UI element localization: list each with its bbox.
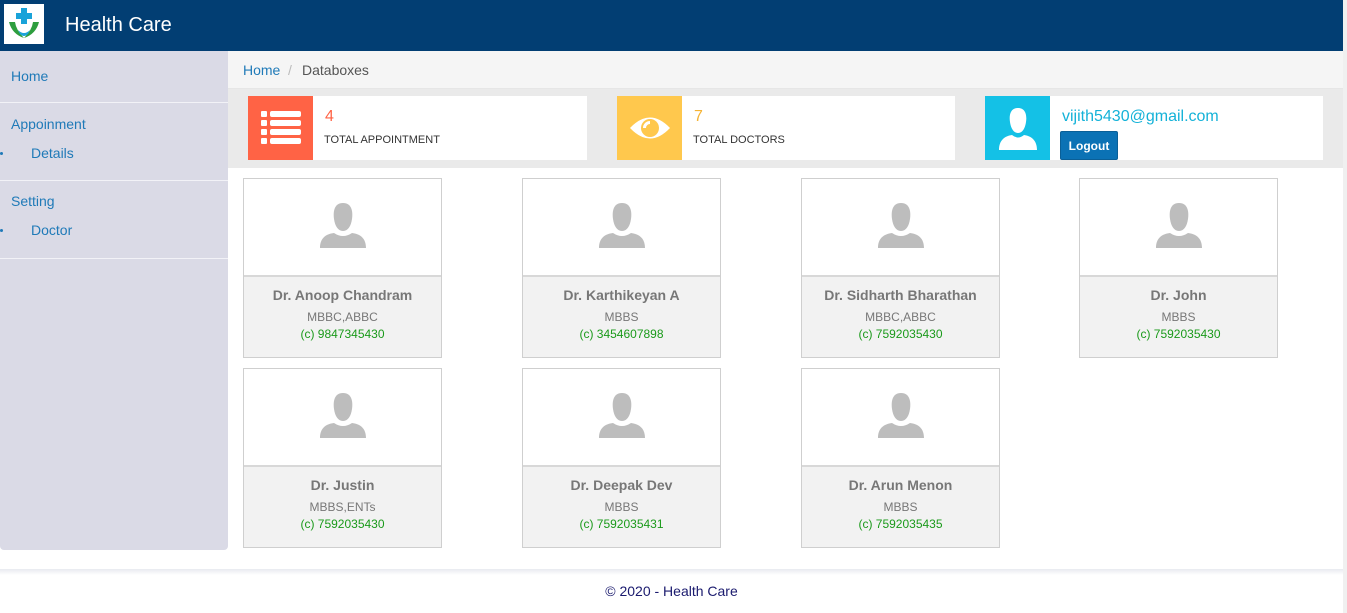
app-title[interactable]: Health Care (65, 14, 172, 37)
breadcrumb-separator: / (288, 62, 292, 78)
doctor-card[interactable]: Dr. Arun Menon MBBS (c) 7592035435 (801, 368, 1000, 548)
sidebar-section-appointment: Appoinment Details (0, 103, 228, 181)
user-icon (985, 96, 1050, 160)
doctor-avatar (1080, 179, 1277, 277)
user-panel: vijith5430@gmail.com Logout (985, 96, 1323, 160)
doctor-card[interactable]: Dr. Sidharth Bharathan MBBC,ABBC (c) 75920… (801, 178, 1000, 358)
doctor-card[interactable]: Dr. Karthikeyan A MBBS (c) 3454607898 (522, 178, 721, 358)
content-shadow (0, 569, 1343, 575)
person-placeholder-icon (598, 202, 646, 253)
person-placeholder-icon (319, 202, 367, 253)
doctor-phone: (c) 3454607898 (579, 327, 664, 341)
breadcrumb: Home / Databoxes (228, 51, 1343, 89)
doctor-name: Dr. Justin (310, 477, 375, 493)
person-placeholder-icon (319, 392, 367, 443)
doctor-avatar (523, 179, 720, 277)
doctor-avatar (802, 179, 999, 277)
doctor-qualification: MBBS,ENTs (309, 500, 376, 514)
doctor-card[interactable]: Dr. Justin MBBS,ENTs (c) 7592035430 (243, 368, 442, 548)
stat-total-doctors: 7 TOTAL DOCTORS (617, 96, 955, 160)
doctor-qualification: MBBS (883, 500, 918, 514)
person-placeholder-icon (877, 202, 925, 253)
sidebar-item-doctor[interactable]: Doctor (31, 222, 72, 238)
doctor-card[interactable]: Dr. Deepak Dev MBBS (c) 7592035431 (522, 368, 721, 548)
sidebar-item-details[interactable]: Details (31, 145, 74, 161)
logo[interactable] (4, 4, 44, 44)
doctor-name: Dr. Karthikeyan A (563, 287, 680, 303)
doctor-name: Dr. Deepak Dev (570, 477, 673, 493)
footer-copyright: © 2020 - Health Care (605, 583, 738, 599)
bullet-icon (0, 229, 3, 232)
doctor-name: Dr. John (1150, 287, 1207, 303)
doctor-name: Dr. Anoop Chandram (272, 287, 413, 303)
appointment-count: 4 (325, 108, 334, 125)
doctor-card[interactable]: Dr. John MBBS (c) 7592035430 (1079, 178, 1278, 358)
sidebar-section-home: Home (0, 51, 228, 103)
appointment-label: TOTAL APPOINTMENT (324, 134, 440, 146)
sidebar-item-setting[interactable]: Setting (11, 193, 55, 209)
doctor-name: Dr. Sidharth Bharathan (824, 287, 977, 303)
doctor-phone: (c) 7592035430 (1136, 327, 1221, 341)
breadcrumb-current: Databoxes (302, 62, 369, 78)
doctor-count: 7 (694, 108, 703, 125)
logout-button[interactable]: Logout (1060, 131, 1118, 160)
bullet-icon (0, 152, 3, 155)
doctor-phone: (c) 7592035435 (858, 517, 943, 531)
doctor-qualification: MBBS (604, 500, 639, 514)
doctor-avatar (802, 369, 999, 467)
user-email: vijith5430@gmail.com (1062, 108, 1219, 125)
stat-total-appointment: 4 TOTAL APPOINTMENT (248, 96, 587, 160)
doctor-name: Dr. Arun Menon (848, 477, 953, 493)
sidebar-item-appointment[interactable]: Appoinment (11, 116, 86, 132)
medical-hands-icon (9, 8, 39, 38)
person-placeholder-icon (877, 392, 925, 443)
doctor-phone: (c) 7592035430 (300, 517, 385, 531)
eye-icon (617, 96, 682, 160)
doctor-phone: (c) 9847345430 (300, 327, 385, 341)
doctor-avatar (244, 369, 441, 467)
sidebar-item-home[interactable]: Home (11, 68, 48, 84)
sidebar: Home Appoinment Details Setting Doctor (0, 51, 228, 550)
doctor-phone: (c) 7592035431 (579, 517, 664, 531)
person-placeholder-icon (598, 392, 646, 443)
doctor-card[interactable]: Dr. Anoop Chandram MBBC,ABBC (c) 984734543… (243, 178, 442, 358)
doctor-qualification: MBBS (604, 310, 639, 324)
doctor-avatar (244, 179, 441, 277)
sidebar-section-setting: Setting Doctor (0, 181, 228, 259)
doctor-qualification: MBBS (1161, 310, 1196, 324)
doctor-qualification: MBBC,ABBC (307, 310, 378, 324)
doctor-avatar (523, 369, 720, 467)
doctor-qualification: MBBC,ABBC (865, 310, 936, 324)
list-icon (248, 96, 313, 160)
breadcrumb-home[interactable]: Home (243, 62, 280, 78)
top-navbar: Health Care (0, 0, 1343, 51)
person-placeholder-icon (1155, 202, 1203, 253)
doctor-label: TOTAL DOCTORS (693, 134, 785, 146)
scrollbar[interactable] (1343, 0, 1347, 613)
doctor-phone: (c) 7592035430 (858, 327, 943, 341)
